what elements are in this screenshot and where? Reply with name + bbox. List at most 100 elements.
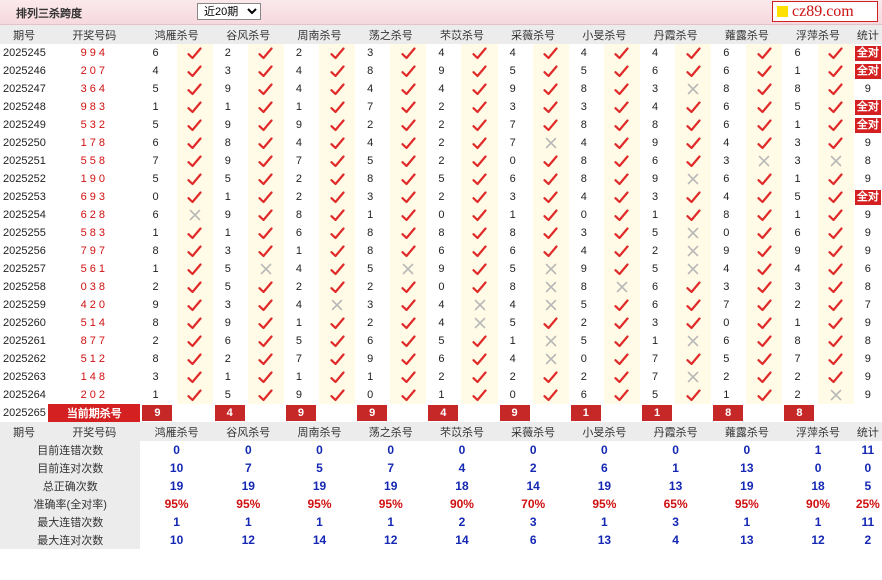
result-mark-cell xyxy=(532,278,569,296)
stats-value: 14 xyxy=(283,531,356,549)
kill-number-cell: 7 xyxy=(640,368,676,386)
kill-number-cell: 7 xyxy=(283,152,320,170)
result-mark-cell xyxy=(461,206,498,224)
kill-number-cell: 9 xyxy=(426,260,462,278)
result-mark-cell xyxy=(532,314,569,332)
result-mark-cell xyxy=(390,242,427,260)
stat-cell: 全对 xyxy=(853,62,882,80)
result-mark-cell xyxy=(247,350,284,368)
kill-number-cell: 0 xyxy=(355,386,391,404)
stats-row: 目前连对次数 10 7 5 7 4 2 6 1 13 0 0 xyxy=(0,459,882,477)
kill-number-cell: 1 xyxy=(283,242,320,260)
result-mark-cell xyxy=(319,206,356,224)
cross-icon xyxy=(189,209,201,221)
result-mark-cell xyxy=(247,116,284,134)
kill-number-cell: 2 xyxy=(283,278,320,296)
draw-number-cell: 983 xyxy=(80,101,108,113)
kill-number-cell: 3 xyxy=(212,242,248,260)
cross-icon xyxy=(545,335,557,347)
site-logo[interactable]: cz89.com xyxy=(772,1,878,22)
kill-number-cell: 6 xyxy=(640,62,676,80)
result-mark-cell xyxy=(247,170,284,188)
col-expert-header: 小旻杀号 xyxy=(568,25,640,44)
check-icon xyxy=(187,136,202,149)
check-icon xyxy=(258,370,273,383)
result-mark-cell xyxy=(532,170,569,188)
stats-value: 0 xyxy=(497,441,569,459)
kill-number-cell: 2 xyxy=(426,152,462,170)
stats-value: 4 xyxy=(640,531,712,549)
current-issue-cell: 2025265 xyxy=(3,407,46,419)
kill-number-cell: 7 xyxy=(640,350,676,368)
issue-cell: 2025264 xyxy=(3,389,46,401)
result-mark-cell xyxy=(176,350,213,368)
kill-number-cell: 1 xyxy=(140,98,177,116)
result-mark-cell xyxy=(247,152,284,170)
result-mark-cell xyxy=(817,206,854,224)
result-mark-cell xyxy=(746,332,783,350)
cross-icon xyxy=(830,155,842,167)
result-mark-cell xyxy=(532,206,569,224)
stats-label: 目前连对次数 xyxy=(0,459,141,477)
kill-number-cell: 2 xyxy=(283,170,320,188)
result-mark-cell xyxy=(247,206,284,224)
stats-value: 1 xyxy=(140,513,213,531)
draw-number-cell: 558 xyxy=(80,155,108,167)
stats-value: 18 xyxy=(782,477,854,495)
result-mark-cell xyxy=(532,260,569,278)
kill-number-cell: 6 xyxy=(782,44,818,62)
kill-number-cell: 0 xyxy=(711,314,747,332)
result-mark-cell xyxy=(817,170,854,188)
result-mark-cell xyxy=(247,224,284,242)
check-icon xyxy=(614,154,630,167)
kill-number-cell: 8 xyxy=(568,80,604,98)
kill-number-cell: 2 xyxy=(426,98,462,116)
kill-number-cell: 5 xyxy=(568,332,604,350)
kill-number-cell: 6 xyxy=(140,134,177,152)
check-icon xyxy=(543,64,558,77)
check-icon xyxy=(828,118,843,131)
draw-number-cell: 532 xyxy=(80,119,108,131)
cross-icon xyxy=(616,281,628,293)
check-icon xyxy=(828,334,843,347)
result-mark-cell xyxy=(603,260,640,278)
kill-number-cell: 1 xyxy=(782,314,818,332)
check-icon xyxy=(614,172,630,185)
check-icon xyxy=(472,190,487,203)
kill-number-cell: 8 xyxy=(140,242,177,260)
kill-number-cell: 4 xyxy=(283,134,320,152)
kill-number-cell: 5 xyxy=(212,386,248,404)
col-expert-header: 谷风杀号 xyxy=(212,422,284,441)
kill-number-cell: 2 xyxy=(355,278,391,296)
check-icon xyxy=(187,46,202,59)
result-mark-cell xyxy=(532,368,569,386)
kill-number-cell: 4 xyxy=(283,80,320,98)
check-icon xyxy=(258,46,273,59)
kill-number-cell: 6 xyxy=(640,296,676,314)
current-stat-cell xyxy=(853,404,882,422)
period-select[interactable]: 近20期 xyxy=(197,3,261,20)
check-icon xyxy=(258,118,273,131)
check-icon xyxy=(472,388,487,401)
result-mark-cell xyxy=(532,80,569,98)
kill-number-cell: 5 xyxy=(426,170,462,188)
kill-number-table: 期号 开奖号码 鸿雁杀号 谷风杀号 周南杀号 荡之杀号 芣苡杀号 采薇杀号 小旻杀号 丹霞杀号 蕹露… xyxy=(0,25,882,549)
check-icon xyxy=(614,46,630,59)
result-mark-cell xyxy=(461,332,498,350)
stats-value: 12 xyxy=(212,531,284,549)
draw-number-cell: 583 xyxy=(80,227,108,239)
result-mark-cell xyxy=(675,152,712,170)
result-mark-cell xyxy=(817,152,854,170)
kill-number-cell: 4 xyxy=(568,188,604,206)
kill-number-cell: 0 xyxy=(140,188,177,206)
col-expert-header: 周南杀号 xyxy=(283,25,356,44)
check-icon xyxy=(686,208,701,221)
check-icon xyxy=(543,208,558,221)
table-row: 2025252 190 5 5 2 8 5 6 8 9 6 1 9 xyxy=(0,170,882,188)
kill-number-cell: 4 xyxy=(497,296,533,314)
result-mark-cell xyxy=(603,350,640,368)
table-row: 2025248 983 1 1 1 7 2 3 3 4 6 5 全对 xyxy=(0,98,882,116)
current-kill-number: 9 xyxy=(499,405,530,421)
stats-value: 2 xyxy=(426,513,498,531)
kill-number-cell: 2 xyxy=(640,242,676,260)
